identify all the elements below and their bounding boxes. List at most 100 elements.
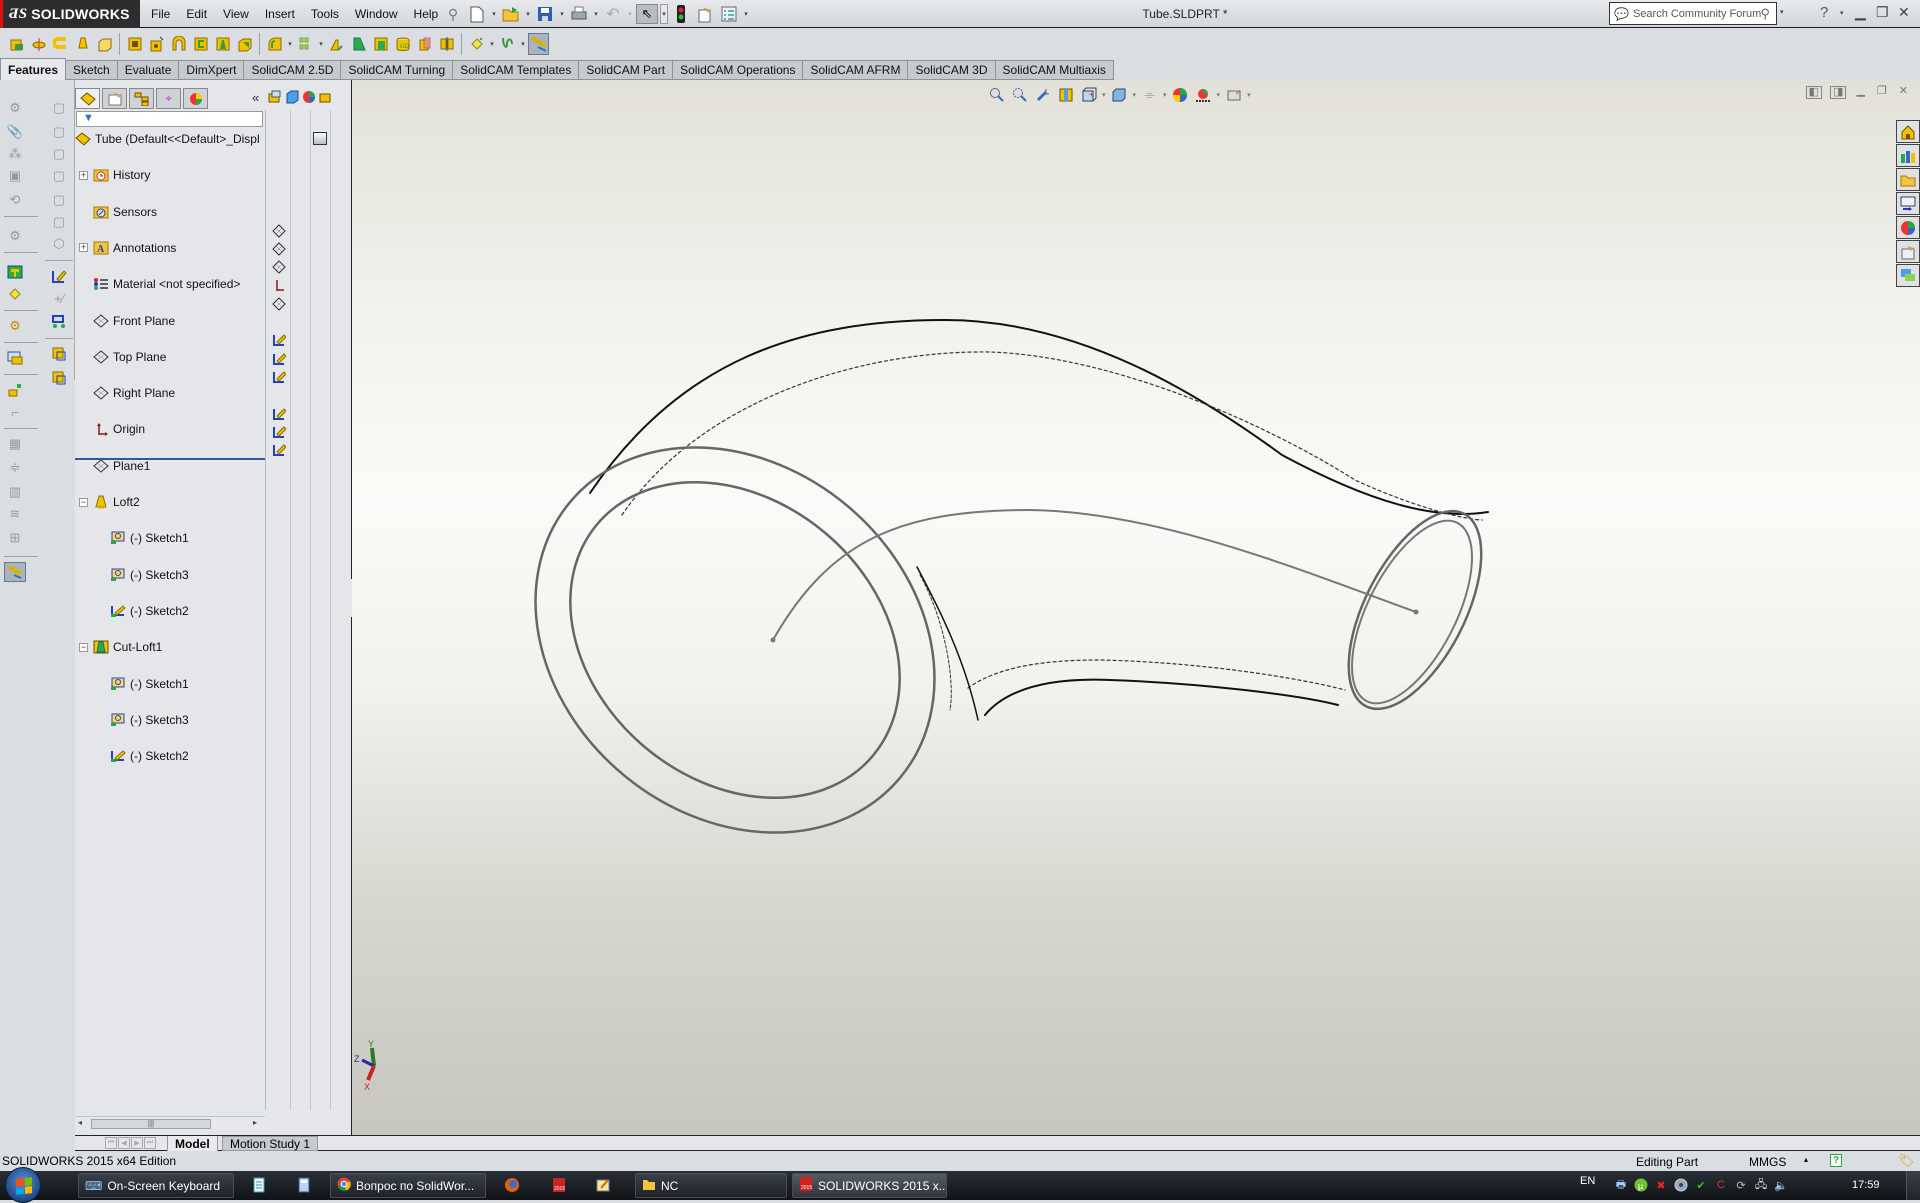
zoom-to-area-icon[interactable] [1010,86,1029,104]
taskbar-chrome-window[interactable]: Вопрос по SolidWor... [330,1173,486,1198]
display-state-swatch[interactable] [313,132,327,145]
display-pane-plane-icon[interactable] [271,223,287,239]
tab-solidcam-operations[interactable]: SolidCAM Operations [673,60,804,80]
lofted-boss-icon[interactable] [72,33,93,55]
menu-window[interactable]: Window [347,7,406,21]
tree-item[interactable]: (-) Sketch3 [75,711,265,729]
red-x-tray-icon[interactable]: ✖ [1654,1178,1668,1192]
undo-icon[interactable]: ↶ [602,4,624,24]
menu-view[interactable]: View [215,7,257,21]
viewport-restore-icon[interactable]: ❐ [1875,86,1889,99]
scroll-left-arrow[interactable]: ◂ [78,1118,82,1127]
fillet-icon[interactable] [264,33,285,55]
save-icon[interactable] [534,4,556,24]
prev-tab-button[interactable]: ◀ [118,1137,130,1149]
tab-motion-study-1[interactable]: Motion Study 1 [222,1136,319,1151]
display-manager-tab[interactable] [183,88,208,109]
pattern-tool-icon[interactable]: ⁂ [4,144,26,164]
disabled-sketch-tool-icon[interactable]: ⌐ [4,402,26,422]
extruded-cut-icon[interactable] [124,33,145,55]
view-top-icon[interactable]: ▢ [48,190,70,210]
display-pane-plane-icon[interactable] [271,241,287,257]
add-relation-icon[interactable]: +⁄ [48,288,70,308]
sync-tray-icon[interactable]: ⟳ [1734,1178,1748,1192]
calculator-icon[interactable] [295,1176,313,1194]
search-community-forum-input[interactable]: 💬 Search Community Forum ⚲ [1609,2,1777,25]
start-button[interactable] [5,1167,41,1203]
solidworks-check-tray-icon[interactable]: ✔ [1694,1178,1708,1192]
network-tray-icon[interactable]: 🖧 [1754,1178,1768,1192]
display-pane-sketch-icon[interactable] [271,351,287,367]
taskbar-solidworks-window[interactable]: 2015 SOLIDWORKS 2015 x... [792,1173,947,1198]
tree-item[interactable]: (-) Sketch2 [75,747,265,765]
instant3d-side-icon[interactable] [4,562,26,582]
quick-tips-icon[interactable]: ? [1830,1154,1842,1167]
dimxpert-manager-tab[interactable]: ⌖ [156,88,181,109]
select-icon[interactable]: ⇖ [636,4,658,24]
new-dropdown[interactable]: ▾ [490,10,498,18]
display-pane-sketch-icon[interactable] [271,406,287,422]
hide-show-dropdown[interactable]: ▾ [1163,91,1167,99]
transparency-icon[interactable] [319,90,333,107]
help-dropdown[interactable]: ▾ [1840,9,1844,17]
tree-root-part[interactable]: Tube (Default<<Default>_Displ [75,130,265,148]
menu-insert[interactable]: Insert [257,7,303,21]
forum-icon[interactable] [1896,264,1920,287]
mirror-icon[interactable] [436,33,457,55]
boundary-cut-icon[interactable] [234,33,255,55]
sketch-pencil-icon[interactable] [48,266,70,286]
view-bottom-icon[interactable]: ▢ [48,212,70,232]
display-pane-sketch-icon[interactable] [271,442,287,458]
tree-item[interactable]: Origin [75,420,265,438]
apply-scene-dropdown[interactable]: ▾ [1217,91,1221,99]
tree-item[interactable]: Material <not specified> [75,275,265,293]
scroll-thumb[interactable]: ||| [91,1119,211,1129]
gear-group-icon[interactable]: ⚙ [4,226,26,246]
revolved-boss-icon[interactable] [28,33,49,55]
draft-icon[interactable] [348,33,369,55]
design-library-tab-icon[interactable] [1896,144,1920,167]
tab-dimxpert[interactable]: DimXpert [179,60,245,80]
unit-system-button[interactable]: MMGS [1749,1155,1786,1169]
help-icon[interactable]: ? [1820,4,1828,21]
hole-wizard-icon[interactable] [146,33,167,55]
save-dropdown[interactable]: ▾ [558,10,566,18]
display-pane-divider[interactable] [265,110,266,1110]
open-dropdown[interactable]: ▾ [524,10,532,18]
display-style-dropdown[interactable]: ▾ [1133,91,1137,99]
file-properties-icon[interactable] [694,4,716,24]
tile-right-icon[interactable]: ◨ [1830,86,1847,99]
rib-icon[interactable] [326,33,347,55]
fillet-dropdown[interactable]: ▾ [286,40,294,48]
view-palette-icon[interactable] [1896,192,1920,215]
tab-solidcam-3d[interactable]: SolidCAM 3D [908,60,996,80]
rotate-tool-icon[interactable]: ⟲ [4,190,26,210]
tab-solidcam-part[interactable]: SolidCAM Part [579,60,674,80]
zoom-to-fit-icon[interactable] [987,86,1006,104]
print-dropdown[interactable]: ▾ [592,10,600,18]
open-icon[interactable] [500,4,522,24]
tab-features[interactable]: Features [0,58,67,80]
expand-toggle[interactable]: + [79,170,88,180]
gears-icon[interactable]: ⚙ [4,316,26,336]
tree-item[interactable]: (-) Sketch2 [75,602,265,620]
display-pane-origin-icon[interactable] [271,277,287,293]
tree-item[interactable]: (-) Sketch1 [75,675,265,693]
appearance-icon[interactable] [302,90,316,107]
minimize-button[interactable]: ▁ [1855,4,1866,21]
view-settings-dropdown[interactable]: ▾ [1247,91,1251,99]
printer-tray-icon[interactable]: 🖶 [1614,1178,1628,1192]
collapse-panel-icon[interactable]: « [252,90,259,105]
display-pane-plane-icon[interactable] [271,259,287,275]
component-icon-2[interactable] [48,368,70,388]
notepad-icon[interactable] [250,1176,268,1194]
display-pane-sketch-icon[interactable] [271,332,287,348]
display-pane-plane-icon[interactable] [271,296,287,312]
shell-icon[interactable] [370,33,391,55]
tile-left-icon[interactable]: ◧ [1805,86,1823,99]
display-mode-icon[interactable] [285,90,299,107]
apply-scene-icon[interactable] [1194,86,1213,104]
swept-boss-icon[interactable] [50,33,71,55]
display-relations-icon[interactable] [48,312,70,332]
tab-solidcam-multiaxis[interactable]: SolidCAM Multiaxis [995,60,1114,80]
